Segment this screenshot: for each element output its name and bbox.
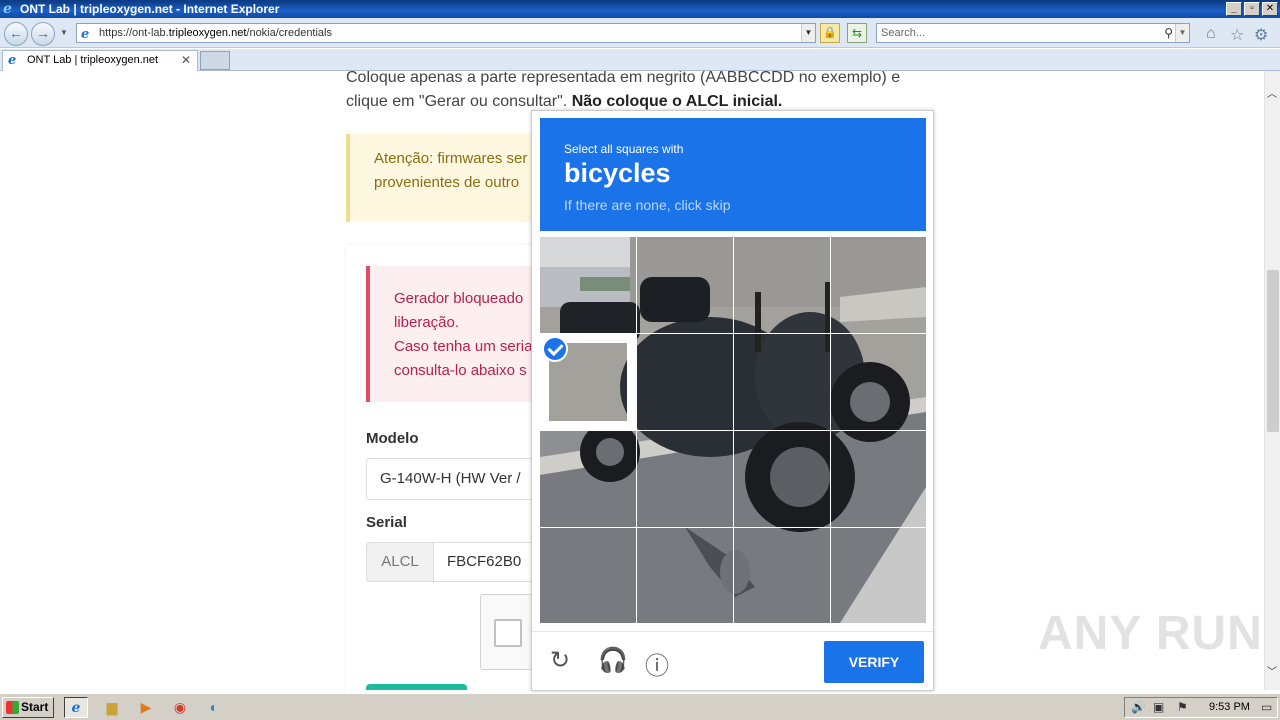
captcha-instruction: Select all squares with <box>564 142 684 156</box>
url-path: /nokia/credentials <box>246 27 332 39</box>
modelo-label: Modelo <box>366 430 419 447</box>
taskbar-explorer-icon[interactable]: ▆ <box>100 697 124 718</box>
audio-challenge-icon[interactable]: 🎧 <box>598 646 628 675</box>
search-icon[interactable]: ⚲ <box>1164 24 1173 42</box>
favorites-star-icon[interactable]: ☆ <box>1230 25 1244 45</box>
scroll-thumb[interactable] <box>1267 270 1279 432</box>
network-icon[interactable]: ▣ <box>1153 698 1164 717</box>
serial-prefix: ALCL <box>366 542 434 582</box>
clock: 9:53 PM <box>1209 701 1250 713</box>
captcha-tile[interactable] <box>637 334 733 430</box>
back-button[interactable]: ← <box>4 22 28 46</box>
tab-strip: e ONT Lab | tripleoxygen.net ✕ <box>0 49 1280 71</box>
address-bar[interactable]: e https://ont-lab.tripleoxygen.net/nokia… <box>76 23 816 43</box>
search-placeholder: Search... <box>881 27 926 39</box>
navigation-bar: ← → ▼ e https://ont-lab.tripleoxygen.net… <box>0 18 1280 48</box>
scroll-down-icon[interactable]: ﹀ <box>1267 663 1277 678</box>
taskbar-chrome-icon[interactable]: ◉ <box>168 697 192 718</box>
captcha-header: Select all squares with bicycles If ther… <box>540 118 926 231</box>
show-desktop-icon[interactable]: ▭ <box>1261 698 1272 717</box>
flag-icon[interactable]: ⚑ <box>1177 698 1188 717</box>
close-window-button[interactable]: ✕ <box>1262 2 1278 16</box>
window-title-bar: e ONT Lab | tripleoxygen.net - Internet … <box>0 0 1280 18</box>
taskbar: Start e ▆ ▶ ◉ ◐ 🔊 ▣ ⚑ 9:53 PM ▭ <box>0 693 1280 720</box>
captcha-tile[interactable] <box>637 237 733 333</box>
captcha-tile[interactable] <box>637 431 733 527</box>
volume-icon[interactable]: 🔊 <box>1131 698 1146 717</box>
serial-label: Serial <box>366 514 407 531</box>
captcha-target: bicycles <box>564 158 671 188</box>
search-dropdown-icon[interactable]: ▼ <box>1175 24 1189 42</box>
url-prefix: https://ont-lab. <box>99 27 169 39</box>
captcha-tile[interactable] <box>540 431 636 527</box>
history-dropdown-icon[interactable]: ▼ <box>60 28 68 37</box>
site-favicon-icon: e <box>81 27 90 42</box>
intro-paragraph: Coloque apenas a parte representada em n… <box>346 71 906 114</box>
captcha-tile[interactable] <box>540 237 636 333</box>
tab-ont-lab[interactable]: e ONT Lab | tripleoxygen.net ✕ <box>2 50 198 71</box>
taskbar-ie-icon[interactable]: e <box>64 697 88 718</box>
forward-button[interactable]: → <box>31 22 55 46</box>
restore-button[interactable]: ▫ <box>1244 2 1260 16</box>
taskbar-edge-icon[interactable]: ◐ <box>202 697 226 718</box>
refresh-button[interactable]: ⇆ <box>847 23 867 43</box>
captcha-tile[interactable] <box>637 528 733 623</box>
verify-button[interactable]: VERIFY <box>824 641 924 683</box>
captcha-tile[interactable] <box>831 334 926 430</box>
settings-gear-icon[interactable]: ⚙ <box>1254 25 1268 45</box>
tab-close-icon[interactable]: ✕ <box>181 51 191 70</box>
captcha-image-grid <box>540 237 926 623</box>
home-icon[interactable]: ⌂ <box>1206 25 1216 43</box>
captcha-tile[interactable] <box>734 528 830 623</box>
captcha-hint: If there are none, click skip <box>564 197 731 213</box>
captcha-footer: ↻ 🎧 ⓘ VERIFY <box>532 631 933 690</box>
start-button[interactable]: Start <box>2 697 54 718</box>
captcha-tile[interactable] <box>540 528 636 623</box>
info-icon[interactable]: ⓘ <box>645 646 669 681</box>
scroll-up-icon[interactable]: ︿ <box>1267 85 1277 100</box>
tile-selected-check-icon <box>542 336 568 362</box>
generate-button[interactable] <box>366 684 467 690</box>
anyrun-watermark: ANY RUN <box>1038 607 1263 660</box>
reload-icon[interactable]: ↻ <box>550 646 570 675</box>
intro-bold-text: Não coloque o ALCL inicial. <box>571 93 783 110</box>
captcha-tile[interactable] <box>831 431 926 527</box>
page-scrollbar[interactable]: ︿ ﹀ <box>1264 71 1280 690</box>
recaptcha-checkbox[interactable] <box>494 619 522 647</box>
system-tray: 🔊 ▣ ⚑ 9:53 PM ▭ <box>1124 697 1278 718</box>
url-domain: tripleoxygen.net <box>168 27 247 39</box>
search-input[interactable]: Search... ⚲ ▼ <box>876 23 1190 43</box>
captcha-tile[interactable] <box>540 334 636 430</box>
captcha-tile[interactable] <box>734 334 830 430</box>
captcha-challenge: Select all squares with bicycles If ther… <box>531 110 934 691</box>
taskbar-media-player-icon[interactable]: ▶ <box>134 697 158 718</box>
captcha-tile[interactable] <box>734 237 830 333</box>
minimize-button[interactable]: _ <box>1226 2 1242 16</box>
tab-label: ONT Lab | tripleoxygen.net <box>27 54 159 66</box>
tab-favicon-icon: e <box>8 53 17 68</box>
ie-logo-icon: e <box>3 1 12 17</box>
address-dropdown-icon[interactable]: ▼ <box>801 24 815 42</box>
captcha-tile[interactable] <box>831 528 926 623</box>
window-title: ONT Lab | tripleoxygen.net - Internet Ex… <box>20 2 280 16</box>
lock-icon[interactable]: 🔒 <box>820 23 840 43</box>
start-label: Start <box>21 700 49 714</box>
captcha-tile[interactable] <box>734 431 830 527</box>
new-tab-button[interactable] <box>200 51 230 70</box>
windows-logo-icon <box>6 701 19 714</box>
captcha-tile[interactable] <box>831 237 926 333</box>
